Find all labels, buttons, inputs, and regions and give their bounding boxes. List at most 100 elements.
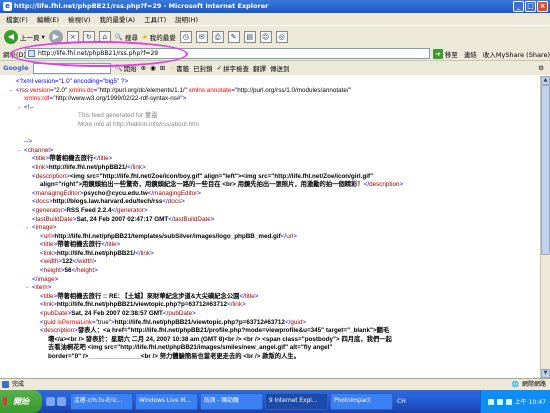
clock[interactable]: 上午 10:47 (515, 397, 546, 406)
search-button[interactable]: 🔍 搜尋 (115, 32, 138, 42)
xml-line (8, 130, 540, 139)
search-icon: 🔍 (114, 32, 123, 41)
research-icon[interactable]: ◎ (275, 30, 288, 43)
google-send-button[interactable]: 傳送到 (270, 63, 290, 73)
xml-line: <url>http://life.fhl.net/phpBB21/templat… (40, 232, 297, 240)
google-spellcheck-button[interactable]: ✓ 拼字檢查 (217, 63, 249, 73)
mail-icon[interactable]: ✉ (195, 30, 208, 43)
google-option-icon[interactable]: ◉ (150, 64, 156, 72)
google-option-icon[interactable]: ⊞ (160, 64, 165, 72)
address-url: http://life.fhl.net/phpBB21/rss.php?f=29 (38, 50, 159, 57)
globe-icon: 🌐 (511, 381, 519, 388)
xml-line: <docs>http://blogs.law.harvard.edu/tech/… (32, 198, 185, 206)
abc-check-icon: ✓ (216, 64, 223, 72)
taskbar-item[interactable]: Photoimpact (330, 393, 393, 410)
address-bar: 網址(D) http://life.fhl.net/phpBB21/rss.ph… (0, 47, 550, 60)
history-icon[interactable]: ◷ (179, 30, 192, 43)
tray-icon[interactable] (487, 398, 494, 405)
xml-line: <title>帶著相機去旅行</title> (40, 241, 121, 249)
collapse-toggle[interactable]: - (16, 147, 22, 156)
language-indicator[interactable]: CH (397, 398, 406, 405)
back-arrow-icon: ◀ (4, 29, 18, 44)
start-button[interactable]: 開始 (0, 390, 42, 413)
links-label[interactable]: 連結 (464, 49, 477, 59)
collapse-toggle[interactable]: - (24, 224, 30, 233)
menu-view[interactable]: 檢視(V) (68, 14, 91, 24)
refresh-icon[interactable]: ↻ (82, 30, 95, 43)
menu-bar: 檔案(F) 編輯(E) 檢視(V) 我的最愛(A) 工具(T) 說明(H) (0, 13, 550, 25)
xml-line: </image> (32, 275, 59, 283)
menu-help[interactable]: 說明(H) (175, 14, 198, 24)
ie-quicklaunch-icon[interactable] (46, 397, 55, 406)
xml-line: <lastBuildDate>Sat, 24 Feb 2007 02:47:17… (32, 215, 215, 223)
star-icon: ☆ (169, 64, 176, 72)
xml-line: <title>帶著相機去旅行</title> (32, 155, 113, 163)
system-tray: 上午 10:47 (480, 390, 550, 413)
quick-launch (46, 397, 66, 406)
window-title: http://life.fhl.net/phpBB21/rss.php?f=29… (14, 2, 269, 10)
taskbar-item[interactable]: Windows Live M... (135, 393, 198, 410)
xml-line: border="0" />_______________<br /> 努力體驗簡… (48, 353, 300, 360)
chevron-down-icon[interactable]: ▾ (42, 33, 45, 41)
xml-line: <pubDate>Sat, 24 Feb 2007 02:38:57 GMT</… (40, 310, 196, 318)
taskbar-item[interactable]: 雨滴 - 陳劭騰 (200, 393, 263, 410)
xml-line: <link>http://life.fhl.net/phpBB21/</link… (40, 249, 154, 257)
back-button[interactable]: ◀ 上一頁 ▾ (4, 29, 45, 44)
standard-toolbar: ◀ 上一頁 ▾ ▶ × ↻ ⌂ 🔍 搜尋 ★ 我的最愛 ◷ ✉ ⎙ ✎ ▤ ☺ … (0, 25, 550, 47)
google-popup-blocker[interactable]: 已封鎖 (193, 63, 213, 73)
menu-tools[interactable]: 工具(T) (144, 14, 166, 24)
collapse-toggle[interactable]: - (24, 284, 30, 293)
xml-line: <height>56</height> (40, 267, 98, 275)
taskbar-item[interactable]: 孟德-crh.tv-Eric... (70, 393, 133, 410)
collapse-toggle[interactable]: - (16, 104, 22, 113)
xml-line: <?xml version="1.0" encoding="big5" ?> (16, 78, 129, 85)
scroll-down-icon[interactable]: ▼ (541, 369, 550, 378)
google-logo[interactable]: Google (3, 64, 29, 72)
windows-logo-icon (3, 397, 11, 405)
xml-line: 去看油桐花吧 <img src="http://life.fhl.net/php… (48, 344, 333, 352)
home-icon[interactable]: ⌂ (98, 30, 111, 43)
menu-favorites[interactable]: 我的最愛(A) (100, 14, 136, 24)
settings-icon[interactable]: ⚙ (538, 64, 544, 72)
search-icon: 🔍 (114, 64, 123, 72)
tray-icon[interactable] (496, 398, 503, 405)
address-input[interactable]: http://life.fhl.net/phpBB21/rss.php?f=29 (25, 48, 430, 59)
close-button[interactable]: × (537, 1, 548, 12)
messenger-icon[interactable]: ☺ (259, 30, 272, 43)
edit-icon[interactable]: ✎ (227, 30, 240, 43)
maximize-button[interactable]: □ (525, 1, 536, 12)
go-arrow-icon: ➜ (432, 48, 443, 59)
google-option-icon[interactable]: ⊕ (141, 64, 146, 72)
zone-label: 網際網路 (521, 381, 546, 388)
title-bar: e http://life.fhl.net/phpBB21/rss.php?f=… (0, 0, 550, 13)
print-icon[interactable]: ⎙ (211, 30, 224, 43)
myshare-link[interactable]: 收入MyShare (Share) (483, 49, 550, 59)
ie-logo-icon: e (3, 2, 12, 11)
tray-icon[interactable] (505, 398, 512, 405)
desktop-quicklaunch-icon[interactable] (57, 397, 66, 406)
xml-line: <description><img src="http://life.fhl.n… (32, 172, 374, 180)
scrollbar-thumb[interactable] (541, 85, 550, 255)
taskbar-item[interactable]: 9 Internet Expl... (265, 393, 328, 410)
xml-line: <title>帶著相機去旅行 :: RE: 【土城】來財華紀念步道&大尖磺紀念公… (40, 292, 259, 300)
google-search-button[interactable]: 🔍 開始 (115, 63, 137, 73)
xml-line: <link>http://life.fhl.net/phpBB21/</link… (32, 163, 146, 171)
go-button[interactable]: ➜ 移至 (432, 48, 458, 59)
minimize-button[interactable]: _ (513, 1, 524, 12)
done-icon (2, 381, 9, 388)
google-translate-button[interactable]: 翻譯 (253, 63, 266, 73)
collapse-toggle[interactable]: - (8, 87, 14, 96)
xml-comment: This feed generated for 董靈 (78, 112, 158, 120)
xml-line: <link>http://life.fhl.net/phpBB21/viewto… (40, 301, 246, 309)
menu-file[interactable]: 檔案(F) (6, 14, 28, 24)
google-search-input[interactable] (32, 62, 111, 74)
scroll-up-icon[interactable]: ▲ (541, 76, 550, 85)
stop-icon[interactable]: × (66, 30, 79, 43)
discuss-icon[interactable]: ▤ (243, 30, 256, 43)
google-bookmarks-button[interactable]: ☆ 書籤 (169, 63, 189, 73)
favorites-button[interactable]: ★ 我的最愛 (142, 32, 176, 42)
menu-edit[interactable]: 編輯(E) (37, 14, 59, 24)
vertical-scrollbar[interactable]: ▲ ▼ (540, 76, 550, 378)
xml-viewer: <?xml version="1.0" encoding="big5" ?> -… (0, 76, 540, 378)
forward-button[interactable]: ▶ (48, 29, 63, 44)
